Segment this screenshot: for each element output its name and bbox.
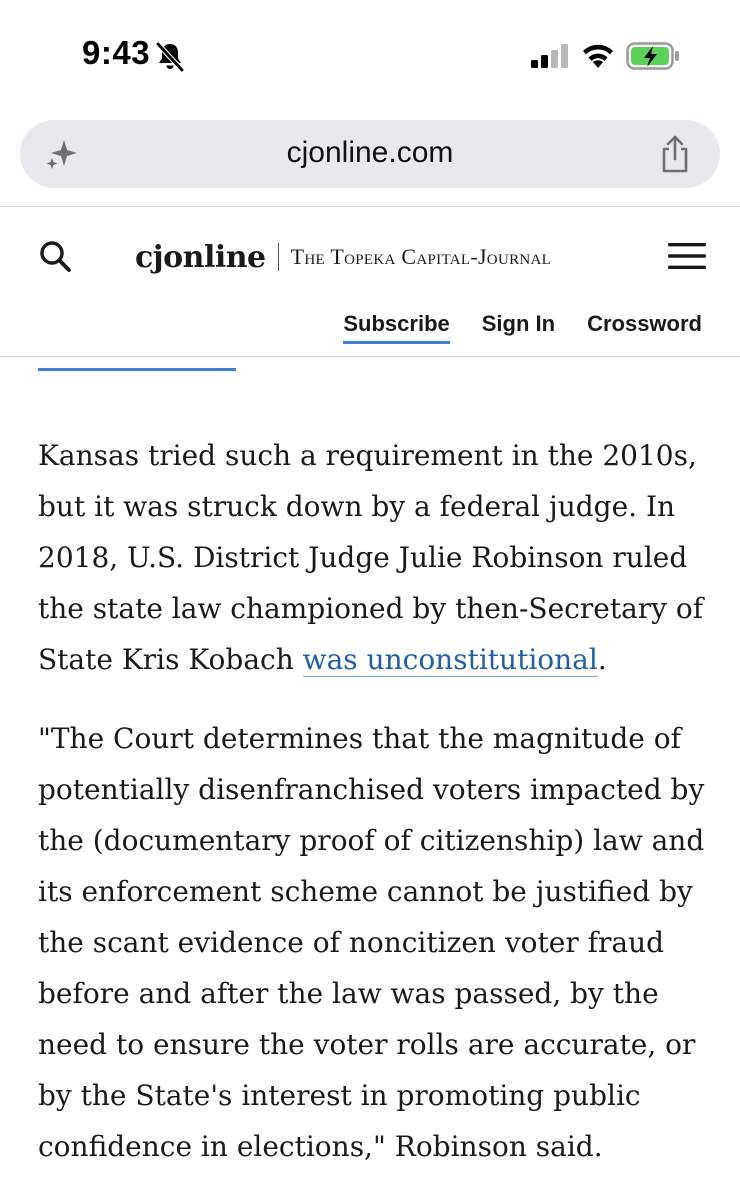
url-text[interactable]: cjonline.com: [20, 136, 720, 170]
wifi-icon: [583, 44, 613, 68]
subscribe-link[interactable]: Subscribe: [343, 311, 450, 344]
logo-paper-name: The Topeka Capital-Journal: [290, 244, 552, 269]
unconstitutional-link[interactable]: was unconstitutional: [302, 643, 598, 677]
battery-charging-icon: [626, 42, 679, 70]
site-header: cjonline The Topeka Capital-Journal Subs…: [0, 207, 740, 357]
search-icon[interactable]: [38, 239, 72, 273]
status-bar: 9:43: [0, 0, 740, 108]
site-logo[interactable]: cjonline The Topeka Capital-Journal: [135, 237, 551, 277]
article-paragraph-quote: "The Court determines that the magnitude…: [38, 722, 705, 1163]
bell-slash-icon: [156, 42, 184, 72]
hamburger-menu-icon[interactable]: [668, 241, 706, 271]
share-icon[interactable]: [658, 134, 692, 174]
header-divider: [0, 356, 740, 357]
article-paragraph: Kansas tried such a requirement in the 2…: [38, 430, 708, 685]
sign-in-link[interactable]: Sign In: [482, 311, 555, 344]
status-time: 9:43: [82, 34, 151, 71]
cellular-signal-icon: [531, 44, 568, 68]
logo-cjonline: cjonline: [135, 239, 266, 275]
header-nav: Subscribe Sign In Crossword: [343, 311, 702, 344]
paragraph-end: .: [597, 643, 607, 676]
article-body: Kansas tried such a requirement in the 2…: [38, 430, 708, 1200]
section-accent-line: [38, 368, 236, 371]
paragraph-text: Kansas tried such a requirement in the 2…: [38, 439, 704, 676]
logo-separator: [277, 243, 279, 271]
address-bar[interactable]: cjonline.com: [20, 120, 720, 188]
crossword-link[interactable]: Crossword: [587, 311, 702, 344]
